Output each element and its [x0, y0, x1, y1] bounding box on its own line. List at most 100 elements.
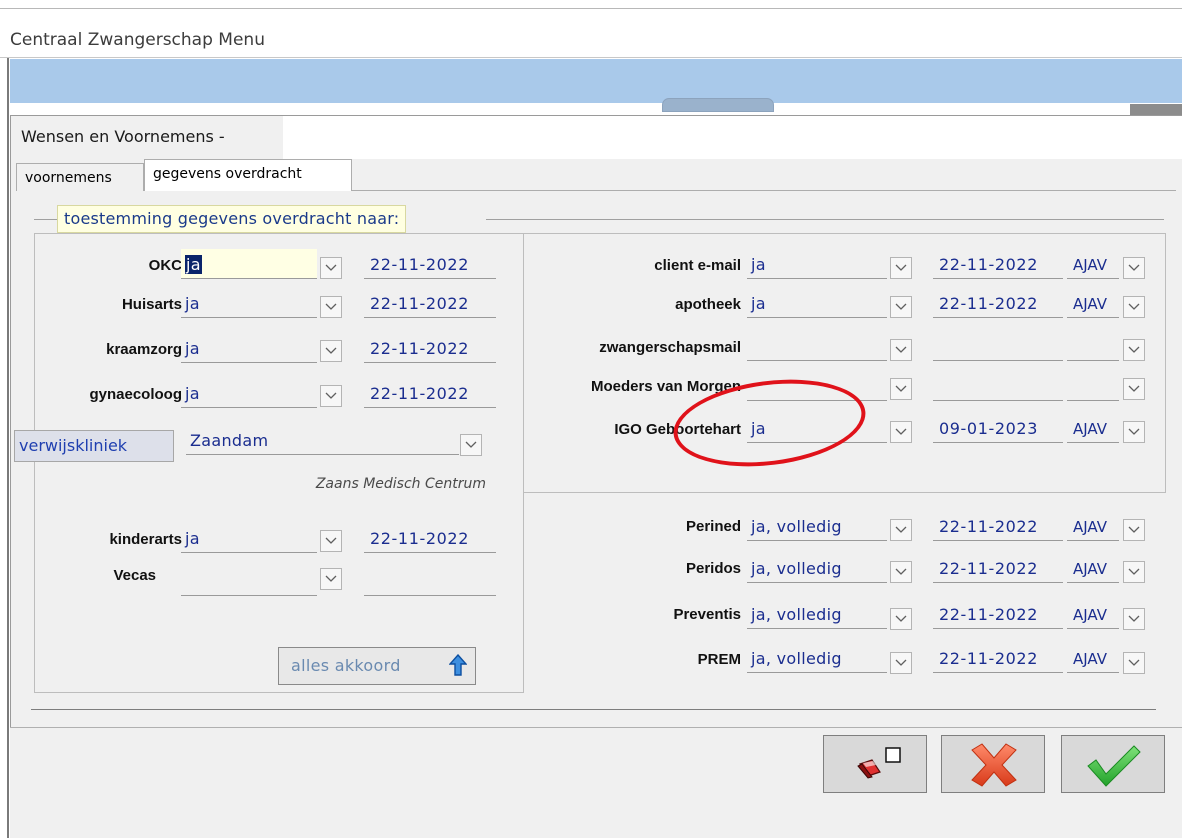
prem-select[interactable]: ja, volledig [747, 643, 887, 673]
kinderarts-dropdown[interactable] [320, 530, 342, 552]
verwijskliniek-select[interactable]: Zaandam [186, 425, 459, 455]
peridos-user-dropdown[interactable] [1123, 561, 1145, 583]
apotheek-date[interactable]: 22-11-2022 [933, 288, 1063, 318]
label-perined: Perined [685, 518, 741, 535]
prem-date[interactable]: 22-11-2022 [933, 643, 1063, 673]
alles-akkoord-label: alles akkoord [291, 656, 401, 675]
apotheek-dropdown[interactable] [890, 296, 912, 318]
kraamzorg-date[interactable]: 22-11-2022 [364, 333, 496, 363]
gynaecoloog-date[interactable]: 22-11-2022 [364, 378, 496, 408]
perined-select[interactable]: ja, volledig [747, 511, 887, 541]
client-email-user-dropdown[interactable] [1123, 257, 1145, 279]
app-title: Centraal Zwangerschap Menu [10, 30, 265, 50]
huisarts-dropdown[interactable] [320, 296, 342, 318]
preventis-dropdown[interactable] [890, 608, 912, 630]
moeders-van-morgen-user[interactable] [1067, 371, 1119, 401]
cancel-button[interactable] [941, 735, 1045, 793]
igo-geboortehart-user-dropdown[interactable] [1123, 421, 1145, 443]
igo-geboortehart-date[interactable]: 09-01-2023 [933, 413, 1063, 443]
tab-gegevens-overdracht[interactable]: gegevens overdracht [144, 159, 352, 192]
perined-date[interactable]: 22-11-2022 [933, 511, 1063, 541]
igo-geboortehart-dropdown[interactable] [890, 421, 912, 443]
chevron-down-icon [1128, 526, 1140, 533]
print-icon [857, 747, 901, 779]
huisarts-select[interactable]: ja [181, 288, 317, 318]
label-peridos: Peridos [685, 560, 741, 577]
chevron-down-icon [895, 346, 907, 353]
moeders-van-morgen-date[interactable] [933, 371, 1063, 401]
kraamzorg-select[interactable]: ja [181, 333, 317, 363]
perined-user[interactable]: AJAV [1067, 511, 1119, 541]
tab-voornemens[interactable]: voornemens [16, 163, 144, 191]
label-gynaecoloog: gynaecoloog [89, 386, 182, 403]
chevron-down-icon [895, 385, 907, 392]
chevron-down-icon [895, 659, 907, 666]
moeders-van-morgen-dropdown[interactable] [890, 378, 912, 400]
group-line-left [34, 219, 57, 220]
moeders-van-morgen-user-dropdown[interactable] [1123, 378, 1145, 400]
verwijskliniek-dropdown[interactable] [460, 434, 482, 456]
chevron-down-icon [325, 303, 337, 310]
peridos-date[interactable]: 22-11-2022 [933, 553, 1063, 583]
label-vecas: Vecas [113, 567, 156, 584]
preventis-select[interactable]: ja, volledig [747, 599, 887, 629]
dialog-title-fill [283, 116, 1182, 159]
ok-button[interactable] [1061, 735, 1165, 793]
preventis-date[interactable]: 22-11-2022 [933, 599, 1063, 629]
print-button[interactable] [823, 735, 927, 793]
gynaecoloog-select[interactable]: ja [181, 378, 317, 408]
huisarts-date[interactable]: 22-11-2022 [364, 288, 496, 318]
zwangerschapsmail-date[interactable] [933, 331, 1063, 361]
client-email-date[interactable]: 22-11-2022 [933, 249, 1063, 279]
igo-geboortehart-user[interactable]: AJAV [1067, 413, 1119, 443]
chevron-down-icon [1128, 659, 1140, 666]
vecas-select[interactable] [181, 567, 317, 596]
chevron-down-icon [325, 264, 337, 271]
gynaecoloog-dropdown[interactable] [320, 385, 342, 407]
zwangerschapsmail-select[interactable] [747, 331, 887, 361]
header-tab-knob [662, 98, 774, 112]
peridos-user[interactable]: AJAV [1067, 553, 1119, 583]
perined-user-dropdown[interactable] [1123, 519, 1145, 541]
zwangerschapsmail-user-dropdown[interactable] [1123, 339, 1145, 361]
preventis-user-dropdown[interactable] [1123, 608, 1145, 630]
label-client-email: client e-mail [654, 257, 741, 274]
vecas-date[interactable] [364, 567, 496, 596]
label-preventis: Preventis [673, 606, 741, 623]
red-x-icon [971, 743, 1017, 787]
peridos-dropdown[interactable] [890, 561, 912, 583]
peridos-select[interactable]: ja, volledig [747, 553, 887, 583]
apotheek-user-dropdown[interactable] [1123, 296, 1145, 318]
label-kinderarts: kinderarts [109, 531, 182, 548]
apotheek-user[interactable]: AJAV [1067, 288, 1119, 318]
okc-dropdown[interactable] [320, 257, 342, 279]
client-email-dropdown[interactable] [890, 257, 912, 279]
client-email-select[interactable]: ja [747, 249, 887, 279]
okc-date[interactable]: 22-11-2022 [364, 249, 496, 279]
prem-dropdown[interactable] [890, 652, 912, 674]
zwangerschapsmail-user[interactable] [1067, 331, 1119, 361]
okc-select[interactable]: ja [181, 249, 317, 279]
kinderarts-date[interactable]: 22-11-2022 [364, 523, 496, 553]
kinderarts-select[interactable]: ja [181, 523, 317, 553]
chevron-down-icon [895, 568, 907, 575]
apotheek-select[interactable]: ja [747, 288, 887, 318]
kraamzorg-dropdown[interactable] [320, 340, 342, 362]
prem-user-dropdown[interactable] [1123, 652, 1145, 674]
label-prem: PREM [697, 651, 741, 668]
chevron-down-icon [465, 441, 477, 448]
label-kraamzorg: kraamzorg [106, 341, 182, 358]
group-line-right [486, 219, 1164, 220]
group-legend: toestemming gegevens overdracht naar: [57, 205, 407, 233]
chevron-down-icon [1128, 568, 1140, 575]
verwijskliniek-button[interactable]: verwijskliniek [14, 430, 174, 462]
vecas-dropdown[interactable] [320, 568, 342, 590]
zwangerschapsmail-dropdown[interactable] [890, 339, 912, 361]
alles-akkoord-button[interactable]: alles akkoord [278, 647, 476, 685]
client-email-user[interactable]: AJAV [1067, 249, 1119, 279]
preventis-user[interactable]: AJAV [1067, 599, 1119, 629]
prem-user[interactable]: AJAV [1067, 643, 1119, 673]
perined-dropdown[interactable] [890, 519, 912, 541]
chevron-down-icon [1128, 264, 1140, 271]
chevron-down-icon [895, 526, 907, 533]
